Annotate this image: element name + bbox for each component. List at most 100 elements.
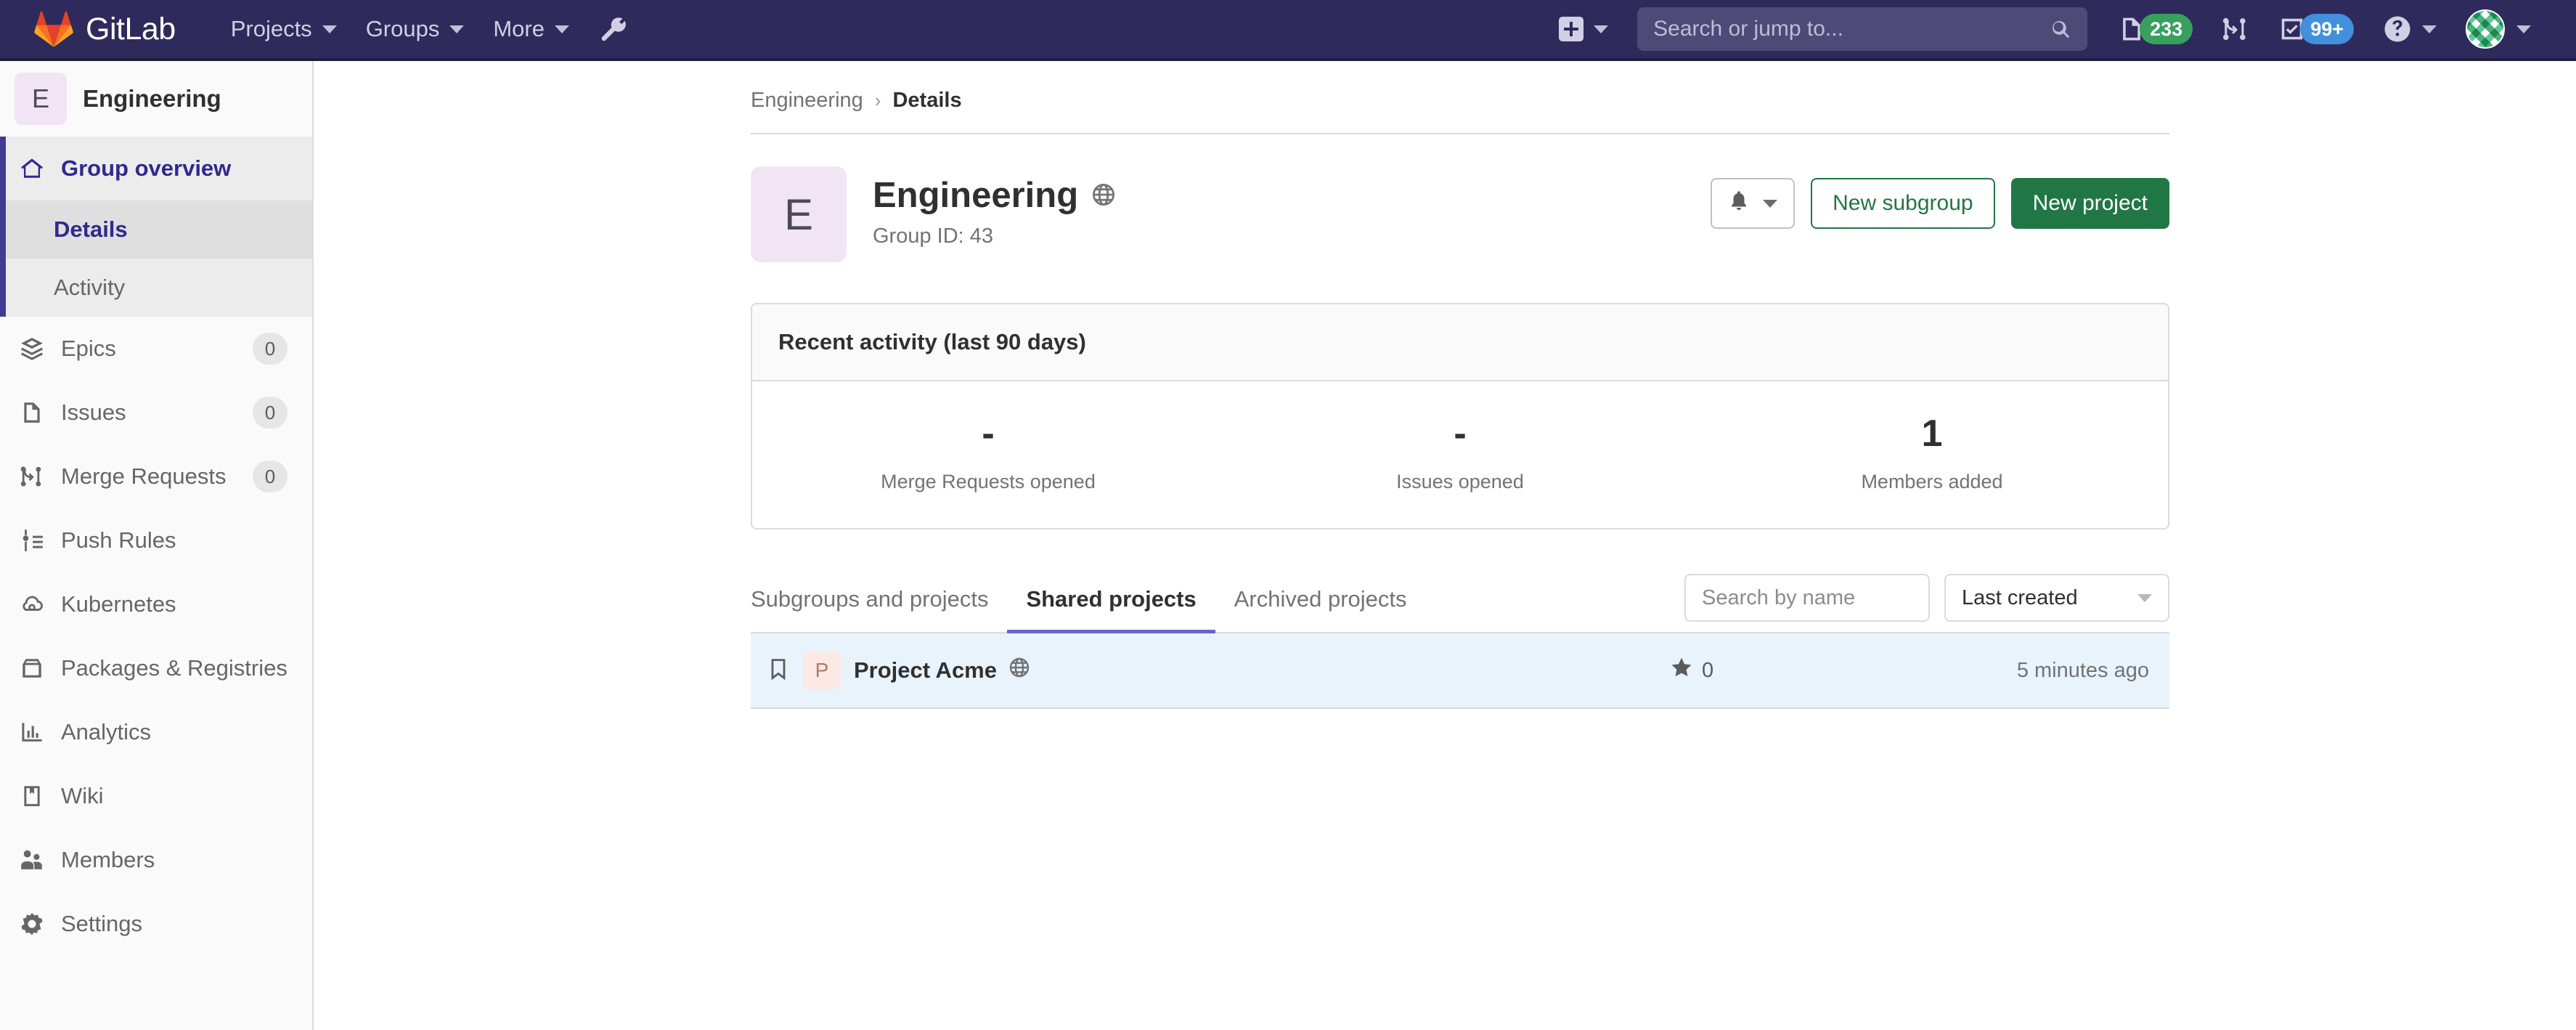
nav-item-projects[interactable]: Projects (216, 0, 351, 60)
breadcrumb-separator: › (874, 89, 881, 111)
notification-settings-button[interactable] (1711, 178, 1796, 229)
sidebar-item-settings-label: Settings (61, 911, 143, 936)
sort-dropdown[interactable]: Last created (1944, 574, 2169, 623)
kubernetes-icon (19, 591, 45, 617)
breadcrumb: Engineering › Details (315, 61, 2576, 133)
sidebar-item-merge-requests-count: 0 (253, 461, 288, 492)
stat-merge-requests-opened-label: Merge Requests opened (881, 471, 1096, 493)
search-input[interactable] (1684, 574, 1930, 623)
breadcrumb-current[interactable]: Details (892, 89, 961, 113)
project-tabs: Subgroups and projects Shared projects A… (751, 573, 1684, 634)
sidebar-item-activity[interactable]: Activity (0, 259, 312, 317)
sidebar-item-merge-requests-label: Merge Requests (61, 463, 227, 489)
global-search-input[interactable]: Search or jump to... (1637, 7, 2088, 51)
issue-icon (19, 400, 45, 426)
chevron-down-icon (1594, 25, 1609, 33)
sidebar-item-members[interactable]: Members (0, 828, 312, 892)
star-icon (1670, 656, 1693, 685)
sidebar-item-packages-registries[interactable]: Packages & Registries (0, 636, 312, 700)
bookmark-icon[interactable] (767, 657, 790, 684)
new-subgroup-button[interactable]: New subgroup (1811, 178, 1995, 229)
sidebar-item-kubernetes[interactable]: Kubernetes (0, 572, 312, 636)
group-avatar-large: E (751, 166, 847, 262)
help-nav-button[interactable] (2368, 0, 2451, 60)
project-row-left: P Project Acme (767, 652, 1670, 690)
group-id-label: Group ID: 43 (873, 224, 994, 248)
todos-nav-button[interactable]: 99+ (2264, 0, 2368, 60)
stat-members-added: 1 Members added (1696, 413, 2168, 493)
sidebar-item-group-overview[interactable]: Group overview (0, 137, 312, 200)
sidebar-item-epics-count: 0 (253, 333, 288, 365)
sidebar-item-members-label: Members (61, 847, 155, 872)
tab-shared-projects[interactable]: Shared projects (1007, 573, 1215, 634)
navbar-right: Search or jump to... 233 99+ (1546, 0, 2576, 60)
sidebar-item-epics[interactable]: Epics 0 (0, 317, 312, 381)
question-circle-icon (2384, 16, 2410, 42)
sidebar-overview-block: Group overview Details Activity (0, 137, 312, 317)
wrench-icon (601, 17, 626, 41)
gitlab-logo-icon[interactable] (33, 9, 74, 49)
group-title-text: Engineering (873, 176, 1079, 215)
sidebar-item-analytics[interactable]: Analytics (0, 700, 312, 764)
top-navbar: GitLab Projects Groups More Search or ju… (0, 0, 2576, 61)
sidebar-item-kubernetes-label: Kubernetes (61, 591, 176, 617)
sidebar-item-wiki[interactable]: Wiki (0, 764, 312, 828)
new-menu-button[interactable] (1546, 0, 1621, 60)
merge-requests-nav-button[interactable] (2207, 0, 2264, 60)
group-header-actions: New subgroup New project (1711, 166, 2169, 229)
breadcrumb-parent[interactable]: Engineering (751, 89, 863, 113)
globe-icon (1091, 175, 1116, 216)
chevron-down-icon (2422, 25, 2437, 33)
project-filters: Last created (1684, 574, 2169, 632)
user-menu-button[interactable] (2451, 0, 2546, 60)
users-icon (19, 847, 45, 873)
main-content: Engineering › Details E Engineering Grou… (315, 61, 2576, 1030)
sidebar-item-push-rules-label: Push Rules (61, 527, 176, 553)
issues-nav-button[interactable]: 233 (2103, 0, 2207, 60)
stat-merge-requests-opened: - Merge Requests opened (752, 413, 1224, 493)
chevron-down-icon (449, 25, 465, 33)
new-project-button[interactable]: New project (2010, 178, 2169, 229)
sidebar-item-group-overview-label: Group overview (61, 155, 232, 181)
gear-icon (19, 911, 45, 937)
admin-area-button[interactable] (584, 0, 642, 60)
project-avatar: P (803, 652, 841, 690)
nav-item-groups[interactable]: Groups (351, 0, 479, 60)
search-icon (2050, 18, 2071, 44)
table-row[interactable]: P Project Acme 0 5 minutes ago (751, 633, 2169, 710)
sidebar-item-details-label: Details (54, 216, 128, 242)
issues-count-badge: 233 (2140, 14, 2193, 44)
sidebar-item-push-rules[interactable]: Push Rules (0, 508, 312, 572)
sidebar-item-analytics-label: Analytics (61, 719, 152, 745)
merge-request-icon (19, 463, 45, 490)
nav-item-more[interactable]: More (478, 0, 584, 60)
chevron-down-icon (555, 25, 569, 33)
tab-archived-projects[interactable]: Archived projects (1215, 573, 1426, 633)
sidebar-item-settings[interactable]: Settings (0, 892, 312, 956)
stat-members-added-value: 1 (1921, 413, 1943, 455)
sidebar-item-merge-requests[interactable]: Merge Requests 0 (0, 445, 312, 508)
chart-icon (19, 719, 45, 745)
project-name-link[interactable]: Project Acme (854, 657, 1030, 684)
group-sidebar: E Engineering Group overview Details Act… (0, 61, 314, 1030)
avatar (2466, 9, 2505, 49)
plus-square-icon (1559, 17, 1584, 41)
gitlab-wordmark[interactable]: GitLab (86, 12, 176, 47)
group-avatar: E (15, 73, 67, 125)
sidebar-item-issues[interactable]: Issues 0 (0, 381, 312, 445)
epic-icon (19, 336, 45, 362)
group-header-text: Engineering Group ID: 43 (873, 166, 1711, 248)
chevron-down-icon (1763, 199, 1778, 208)
project-tabs-row: Subgroups and projects Shared projects A… (751, 573, 2169, 634)
sidebar-item-details[interactable]: Details (0, 200, 312, 259)
project-name-text: Project Acme (854, 657, 997, 684)
stat-issues-opened: - Issues opened (1224, 413, 1696, 493)
sidebar-group-header[interactable]: E Engineering (0, 61, 312, 137)
navbar-left: GitLab Projects Groups More (0, 0, 642, 60)
tab-subgroups-and-projects[interactable]: Subgroups and projects (751, 573, 1007, 633)
stat-issues-opened-label: Issues opened (1396, 471, 1524, 493)
sidebar-item-wiki-label: Wiki (61, 783, 104, 808)
stat-merge-requests-opened-value: - (982, 413, 995, 455)
page-title: Engineering (873, 175, 1711, 216)
project-stars[interactable]: 0 (1670, 656, 1888, 685)
